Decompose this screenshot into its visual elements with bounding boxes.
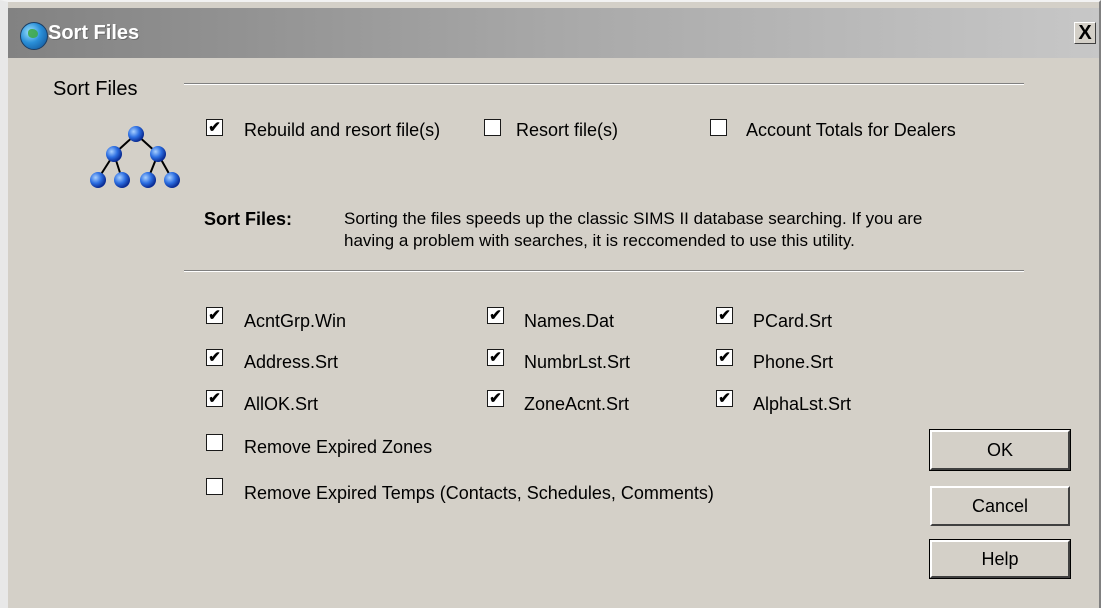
- pcard-checkbox[interactable]: ✔: [716, 307, 733, 324]
- pcard-label[interactable]: PCard.Srt: [753, 311, 832, 332]
- remove-expired-zones-label[interactable]: Remove Expired Zones: [244, 437, 432, 458]
- resort-files-checkbox[interactable]: [484, 119, 501, 136]
- title-bar[interactable]: Sort Files X: [8, 8, 1099, 58]
- zoneacnt-label[interactable]: ZoneAcnt.Srt: [524, 394, 629, 415]
- rebuild-resort-checkbox[interactable]: ✔: [206, 119, 223, 136]
- alphalst-checkbox[interactable]: ✔: [716, 390, 733, 407]
- phone-checkbox[interactable]: ✔: [716, 349, 733, 366]
- description-line-2: having a problem with searches, it is re…: [344, 231, 855, 250]
- numbrlst-label[interactable]: NumbrLst.Srt: [524, 352, 630, 373]
- section-divider-middle: [184, 270, 1024, 272]
- window-title: Sort Files: [48, 22, 140, 44]
- zoneacnt-checkbox[interactable]: ✔: [487, 390, 504, 407]
- address-checkbox[interactable]: ✔: [206, 349, 223, 366]
- address-label[interactable]: Address.Srt: [244, 352, 338, 373]
- description-text: Sorting the files speeds up the classic …: [344, 208, 1044, 252]
- phone-label[interactable]: Phone.Srt: [753, 352, 833, 373]
- section-title: Sort Files: [53, 78, 138, 100]
- account-totals-checkbox[interactable]: [710, 119, 727, 136]
- description-line-1: Sorting the files speeds up the classic …: [344, 209, 923, 228]
- acntgrp-label[interactable]: AcntGrp.Win: [244, 311, 346, 332]
- close-button[interactable]: X: [1074, 22, 1096, 44]
- remove-expired-zones-checkbox[interactable]: [206, 434, 223, 451]
- allok-label[interactable]: AllOK.Srt: [244, 394, 318, 415]
- help-button[interactable]: Help: [929, 539, 1071, 579]
- numbrlst-checkbox[interactable]: ✔: [487, 349, 504, 366]
- resort-files-label[interactable]: Resort file(s): [516, 120, 618, 141]
- section-divider-top: [184, 83, 1024, 85]
- alphalst-label[interactable]: AlphaLst.Srt: [753, 394, 851, 415]
- remove-expired-temps-checkbox[interactable]: [206, 478, 223, 495]
- globe-icon: [20, 22, 48, 50]
- cancel-button[interactable]: Cancel: [930, 486, 1070, 526]
- acntgrp-checkbox[interactable]: ✔: [206, 307, 223, 324]
- tree-network-icon: [90, 126, 180, 188]
- sort-files-dialog: Sort Files X Sort Files ✔ Rebuild and re…: [0, 0, 1101, 608]
- remove-expired-temps-label[interactable]: Remove Expired Temps (Contacts, Schedule…: [244, 483, 714, 504]
- account-totals-label[interactable]: Account Totals for Dealers: [746, 120, 956, 141]
- rebuild-resort-label[interactable]: Rebuild and resort file(s): [244, 120, 440, 141]
- names-label[interactable]: Names.Dat: [524, 311, 614, 332]
- description-heading: Sort Files:: [204, 209, 293, 229]
- allok-checkbox[interactable]: ✔: [206, 390, 223, 407]
- names-checkbox[interactable]: ✔: [487, 307, 504, 324]
- ok-button[interactable]: OK: [929, 429, 1071, 471]
